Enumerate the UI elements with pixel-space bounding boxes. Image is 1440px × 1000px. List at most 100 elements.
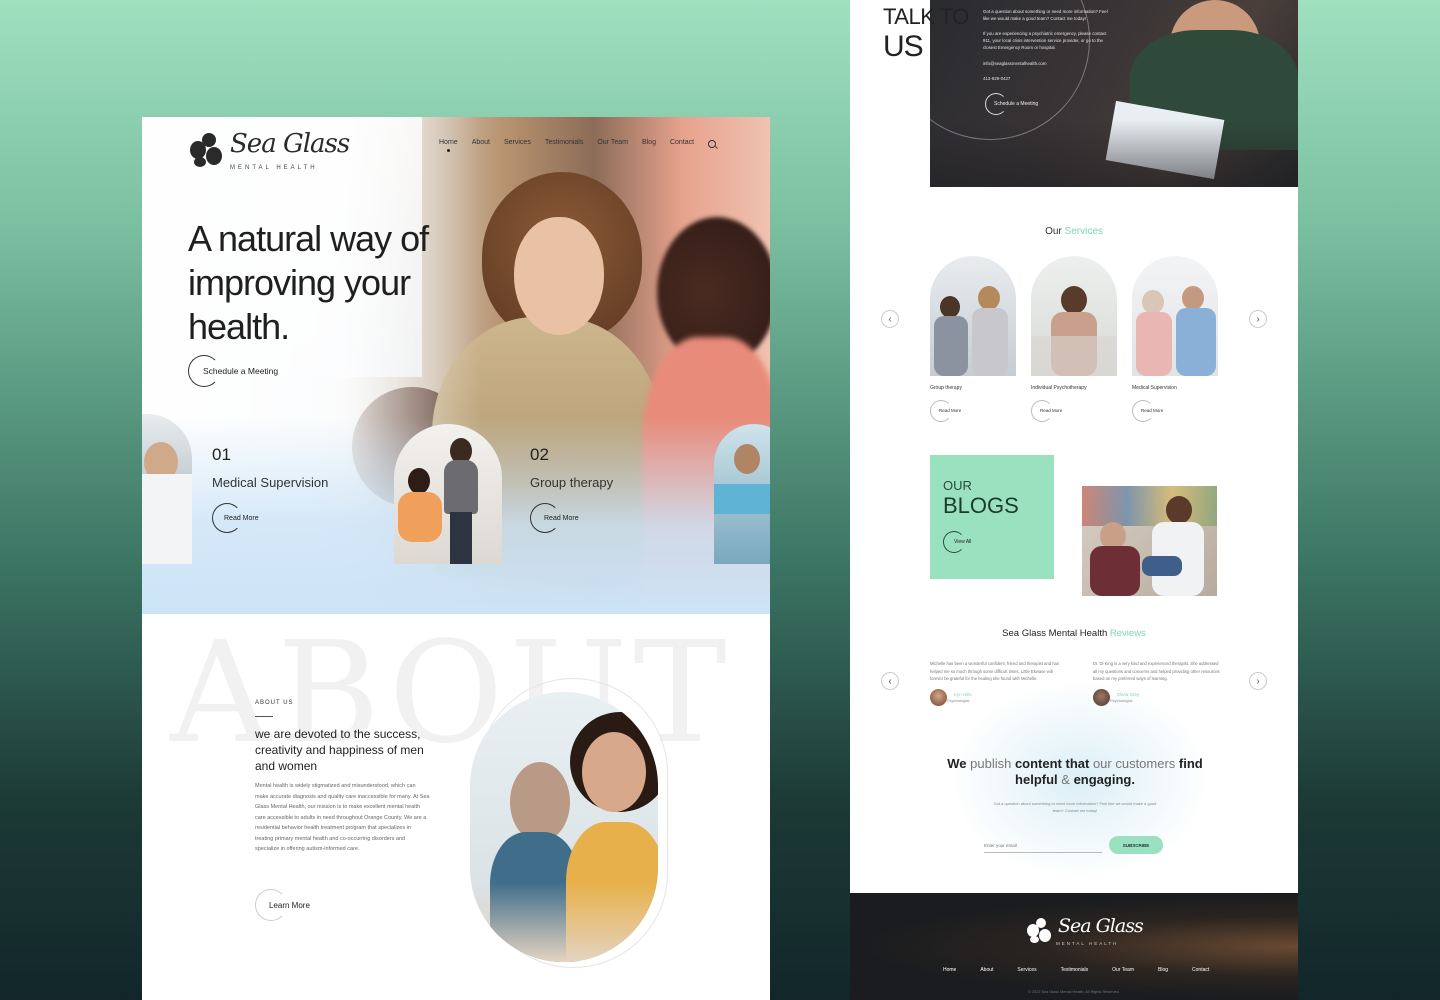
read-more-label: Read More xyxy=(1141,408,1164,413)
view-all-label: View All xyxy=(954,539,972,545)
service-number: 02 xyxy=(530,445,549,464)
heading-word: find xyxy=(1178,756,1203,771)
talk-schedule-button[interactable]: Schedule a Meeting xyxy=(985,93,1055,115)
view-all-button[interactable]: View All xyxy=(943,531,993,553)
review-author-info: Kyn Hills Psychologist xyxy=(947,692,972,703)
heading-word: content that xyxy=(1014,756,1090,771)
heading-word: engaging. xyxy=(1073,772,1135,787)
service-card-medical: 01 Medical Supervision xyxy=(212,445,328,490)
review-author-name: Kyn Hills xyxy=(954,691,972,697)
logo-tagline: MENTAL HEALTH xyxy=(230,165,318,171)
services-heading: Our Services xyxy=(850,226,1298,237)
heading-word: & xyxy=(1057,772,1074,787)
service-name: Medical Supervision xyxy=(1132,385,1177,391)
read-more-label: Read More xyxy=(939,408,962,413)
footer-copyright: © 2022 Sea Glass Mental Health. All Righ… xyxy=(1028,990,1120,994)
logo-script: Sea Glass xyxy=(230,129,350,159)
footer-link-testimonials[interactable]: Testimonials xyxy=(1061,967,1089,973)
talk-paragraph: Got a question about something or need m… xyxy=(983,9,1108,21)
logo-tagline: MENTAL HEALTH xyxy=(1056,941,1119,946)
reviews-next-arrow-icon[interactable]: › xyxy=(1249,672,1267,690)
review-author-role: Psychologist xyxy=(947,697,970,703)
reviews-heading-a: Sea Glass Mental Health xyxy=(1002,628,1110,639)
schedule-meeting-label: Schedule a Meeting xyxy=(203,366,279,376)
nav-testimonials[interactable]: Testimonials xyxy=(545,139,584,148)
service-photo-individual xyxy=(1031,256,1117,376)
reviews-heading: Sea Glass Mental Health Reviews xyxy=(850,628,1298,639)
nav-blog[interactable]: Blog xyxy=(642,139,656,148)
service-number: 01 xyxy=(212,445,231,464)
site-footer: Sea Glass MENTAL HEALTH Home About Servi… xyxy=(850,893,1298,1000)
nav-our-team[interactable]: Our Team xyxy=(597,139,628,148)
nav-services[interactable]: Services xyxy=(504,139,531,148)
service-card-group: 02 Group therapy xyxy=(530,445,613,490)
nav-contact[interactable]: Contact xyxy=(670,139,694,148)
hero-title-line: improving your xyxy=(188,262,411,303)
service-name: Group therapy xyxy=(930,385,962,391)
service-item-medical-supervision: Medical Supervision Read More xyxy=(1132,256,1218,422)
blogs-title-line2: BLOGS xyxy=(943,493,1019,518)
service-read-more-button[interactable]: Read More xyxy=(1031,400,1062,422)
read-more-label: Read More xyxy=(544,514,579,522)
about-rule xyxy=(255,716,273,717)
nav-about[interactable]: About xyxy=(472,139,490,148)
homepage-mockup: Sea Glass MENTAL HEALTH Home About Servi… xyxy=(142,117,770,1000)
services-prev-arrow-icon[interactable]: ‹ xyxy=(881,310,899,328)
read-more-medical-button[interactable]: Read More xyxy=(212,503,272,533)
blogs-photo xyxy=(1082,486,1217,596)
newsletter-subtext: Got a question about something or need m… xyxy=(993,801,1157,813)
service-read-more-button[interactable]: Read More xyxy=(930,400,961,422)
about-photo xyxy=(470,692,658,962)
heading-word: our customers xyxy=(1089,756,1179,771)
services-next-arrow-icon[interactable]: › xyxy=(1249,310,1267,328)
service-image-group xyxy=(394,424,502,564)
schedule-meeting-button[interactable]: Schedule a Meeting xyxy=(188,355,298,387)
service-photo-medical xyxy=(1132,256,1218,376)
talk-phone[interactable]: 413-929-0427 xyxy=(983,75,1111,82)
footer-link-our-team[interactable]: Our Team xyxy=(1112,967,1134,973)
logo-script: Sea Glass xyxy=(1058,915,1144,937)
service-name: Group therapy xyxy=(530,475,614,490)
talk-emergency-text: If you are experiencing a psychiatric em… xyxy=(983,31,1107,50)
inner-pages-mockup: TALK TO US Got a question about somethin… xyxy=(850,0,1298,1000)
services-heading-b: Services xyxy=(1064,226,1103,237)
hero-title: A natural way of improving your health. xyxy=(188,217,468,349)
hero-title-line: health. xyxy=(188,306,290,347)
heading-word: publish xyxy=(966,756,1015,771)
hero-title-line: A natural way of xyxy=(188,218,429,259)
nav-home[interactable]: Home xyxy=(439,139,458,152)
reviews-prev-arrow-icon[interactable]: ‹ xyxy=(881,672,899,690)
talk-title-line2: US xyxy=(883,30,924,63)
service-name: Individual Psychotherapy xyxy=(1031,385,1087,391)
footer-link-services[interactable]: Services xyxy=(1017,967,1036,973)
read-more-group-button[interactable]: Read More xyxy=(530,503,590,533)
hero-photo-woman-face xyxy=(514,217,604,335)
avatar xyxy=(930,688,947,706)
footer-link-blog[interactable]: Blog xyxy=(1158,967,1168,973)
email-input[interactable] xyxy=(984,839,1102,853)
footer-link-contact[interactable]: Contact xyxy=(1192,967,1209,973)
service-image-edge xyxy=(714,424,770,564)
blogs-title-line1: OUR xyxy=(943,478,972,493)
service-item-individual-psychotherapy: Individual Psychotherapy Read More xyxy=(1031,256,1117,422)
service-read-more-button[interactable]: Read More xyxy=(1132,400,1163,422)
service-image-medical-edge xyxy=(142,414,192,564)
search-icon[interactable] xyxy=(708,140,717,148)
subscribe-button[interactable]: SUBSCRIBE xyxy=(1109,836,1163,854)
footer-link-about[interactable]: About xyxy=(980,967,993,973)
service-name: Medical Supervision xyxy=(212,475,329,490)
hero-section: Sea Glass MENTAL HEALTH Home About Servi… xyxy=(142,117,770,614)
talk-title-line1: TALK TO xyxy=(883,4,969,29)
services-heading-a: Our xyxy=(1045,226,1065,237)
site-logo[interactable]: Sea Glass MENTAL HEALTH xyxy=(188,129,350,171)
talk-email[interactable]: info@seaglassmentalhealth.com xyxy=(983,60,1111,67)
logo-mark-icon xyxy=(188,131,226,169)
footer-link-home[interactable]: Home xyxy=(943,967,956,973)
talk-schedule-label: Schedule a Meeting xyxy=(994,101,1039,107)
reviews-heading-b: Reviews xyxy=(1109,628,1146,639)
learn-more-button[interactable]: Learn More xyxy=(255,889,325,921)
logo-mark-icon xyxy=(1026,917,1054,945)
review-text: Michelle has been a wonderful confident,… xyxy=(930,661,1059,681)
footer-nav: Home About Services Testimonials Our Tea… xyxy=(943,967,1233,973)
footer-logo[interactable]: Sea Glass MENTAL HEALTH xyxy=(1026,915,1144,946)
